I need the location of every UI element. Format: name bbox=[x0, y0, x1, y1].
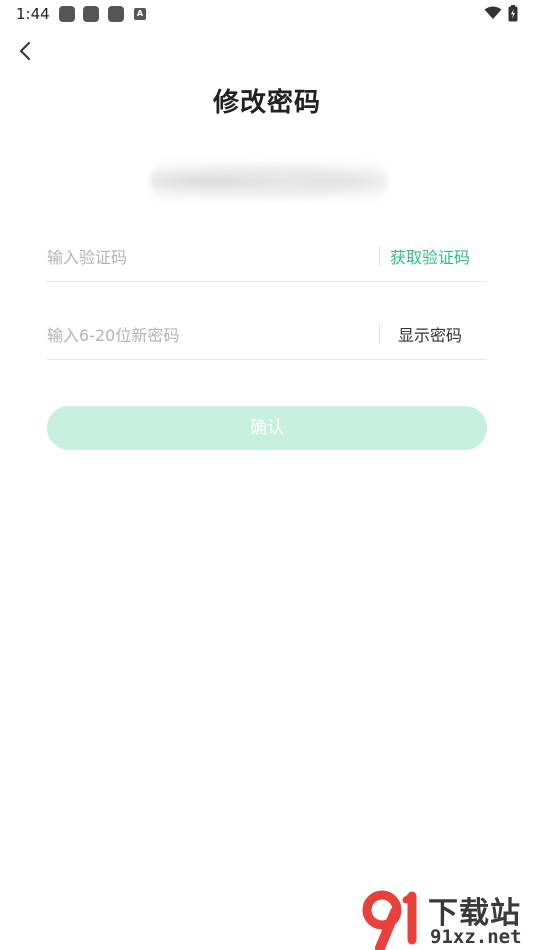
app-notification-icon bbox=[83, 6, 99, 22]
new-password-input[interactable] bbox=[47, 320, 357, 350]
field-divider bbox=[379, 246, 380, 266]
app-notification-icon bbox=[108, 6, 124, 22]
get-code-button[interactable]: 获取验证码 bbox=[390, 244, 470, 268]
status-bar: 1:44 A bbox=[0, 0, 534, 28]
show-password-button[interactable]: 显示密码 bbox=[398, 322, 462, 346]
field-divider bbox=[379, 324, 380, 344]
back-button[interactable] bbox=[12, 38, 38, 64]
watermark-logo-icon bbox=[362, 890, 417, 950]
chevron-left-icon bbox=[20, 42, 30, 60]
masked-phone-number bbox=[150, 158, 388, 204]
new-password-field: 显示密码 bbox=[47, 312, 487, 360]
page-title: 修改密码 bbox=[212, 88, 321, 118]
battery-charging-icon bbox=[508, 5, 518, 22]
a-notification-icon: A bbox=[134, 8, 146, 20]
watermark-domain: 91xz.net bbox=[430, 926, 522, 948]
status-time: 1:44 bbox=[16, 5, 50, 23]
wifi-icon bbox=[484, 6, 502, 19]
confirm-button[interactable]: 确认 bbox=[47, 406, 487, 450]
watermark: 下载站 91xz.net bbox=[362, 888, 534, 950]
app-notification-icon bbox=[59, 6, 75, 22]
verification-code-field: 获取验证码 bbox=[47, 234, 487, 282]
verification-code-input[interactable] bbox=[47, 242, 357, 272]
